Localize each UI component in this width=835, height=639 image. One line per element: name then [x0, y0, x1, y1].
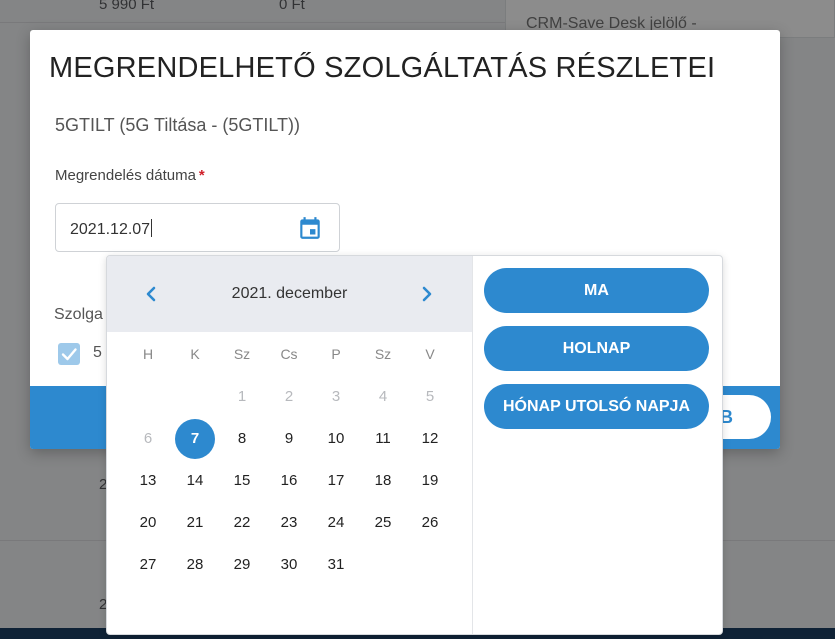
weekday-label: Cs [280, 346, 298, 362]
order-date-text: 2021.12.07 [70, 221, 151, 238]
calendar-day[interactable]: 30 [269, 545, 309, 585]
calendar-day-selected[interactable]: 7 [175, 419, 215, 459]
calendar-day: 5 [425, 388, 435, 405]
calendar-day[interactable]: 17 [316, 461, 356, 501]
weekday-label: Sz [233, 346, 251, 362]
calendar-day: 2 [284, 388, 294, 405]
calendar-day: 4 [378, 388, 388, 405]
date-picker-popup: 2021. december H K Sz Cs P Sz V 1 2 3 4 5 6 7 8 9 10 11 1… [106, 255, 723, 635]
tomorrow-button[interactable]: HOLNAP [484, 326, 709, 371]
calendar-day[interactable]: 19 [410, 461, 450, 501]
order-date-label: Megrendelés dátuma * [55, 167, 205, 184]
calendar-day[interactable]: 10 [316, 419, 356, 459]
calendar-day[interactable]: 22 [222, 503, 262, 543]
service-name: 5GTILT (5G Tiltása - (5GTILT)) [55, 115, 301, 135]
order-date-input[interactable]: 2021.12.07 [55, 203, 340, 252]
calendar-day[interactable]: 13 [128, 461, 168, 501]
weekday-label: V [425, 346, 435, 362]
calendar-day[interactable]: 24 [316, 503, 356, 543]
calendar-day[interactable]: 29 [222, 545, 262, 585]
calendar-day[interactable]: 21 [175, 503, 215, 543]
chevron-right-icon [422, 286, 432, 302]
calendar-day[interactable]: 18 [363, 461, 403, 501]
calendar-day[interactable]: 20 [128, 503, 168, 543]
calendar-day[interactable]: 8 [222, 419, 262, 459]
calendar-day[interactable]: 28 [175, 545, 215, 585]
modal-title: MEGRENDELHETŐ SZOLGÁLTATÁS RÉSZLETEI [49, 52, 716, 84]
required-marker: * [198, 167, 205, 184]
weekday-label: Sz [374, 346, 392, 362]
next-month-button[interactable] [415, 282, 439, 306]
calendar-day[interactable]: 11 [363, 419, 403, 459]
calendar-day[interactable]: 14 [175, 461, 215, 501]
calendar-day: 3 [331, 388, 341, 405]
weekday-label: P [331, 346, 341, 362]
calendar-icon[interactable] [297, 215, 323, 241]
month-last-day-button[interactable]: HÓNAP UTOLSÓ NAPJA [484, 384, 709, 429]
weekday-label: H [142, 346, 154, 362]
service-checkbox-label: 5 [93, 344, 102, 361]
calendar-day[interactable]: 25 [363, 503, 403, 543]
check-icon [61, 348, 77, 361]
calendar-day[interactable]: 15 [222, 461, 262, 501]
calendar-day[interactable]: 16 [269, 461, 309, 501]
calendar-day[interactable]: 27 [128, 545, 168, 585]
calendar-day[interactable]: 31 [316, 545, 356, 585]
calendar-day: 1 [237, 388, 247, 405]
calendar-weekday-row: H K Sz Cs P Sz V [107, 346, 472, 366]
calendar-day[interactable]: 12 [410, 419, 450, 459]
weekday-label: K [190, 346, 200, 362]
calendar-day[interactable]: 9 [269, 419, 309, 459]
calendar-day: 6 [143, 430, 153, 447]
services-section-label: Szolga [54, 306, 103, 323]
order-date-value[interactable]: 2021.12.07 [70, 219, 153, 239]
today-button[interactable]: MA [484, 268, 709, 313]
order-date-label-text: Megrendelés dátuma [55, 167, 196, 184]
calendar-panel: 2021. december H K Sz Cs P Sz V 1 2 3 4 5 6 7 8 9 10 11 1… [107, 256, 473, 634]
service-checkbox[interactable] [58, 343, 80, 365]
calendar-day[interactable]: 26 [410, 503, 450, 543]
calendar-header: 2021. december [107, 256, 472, 332]
text-cursor [151, 219, 153, 237]
calendar-day[interactable]: 23 [269, 503, 309, 543]
